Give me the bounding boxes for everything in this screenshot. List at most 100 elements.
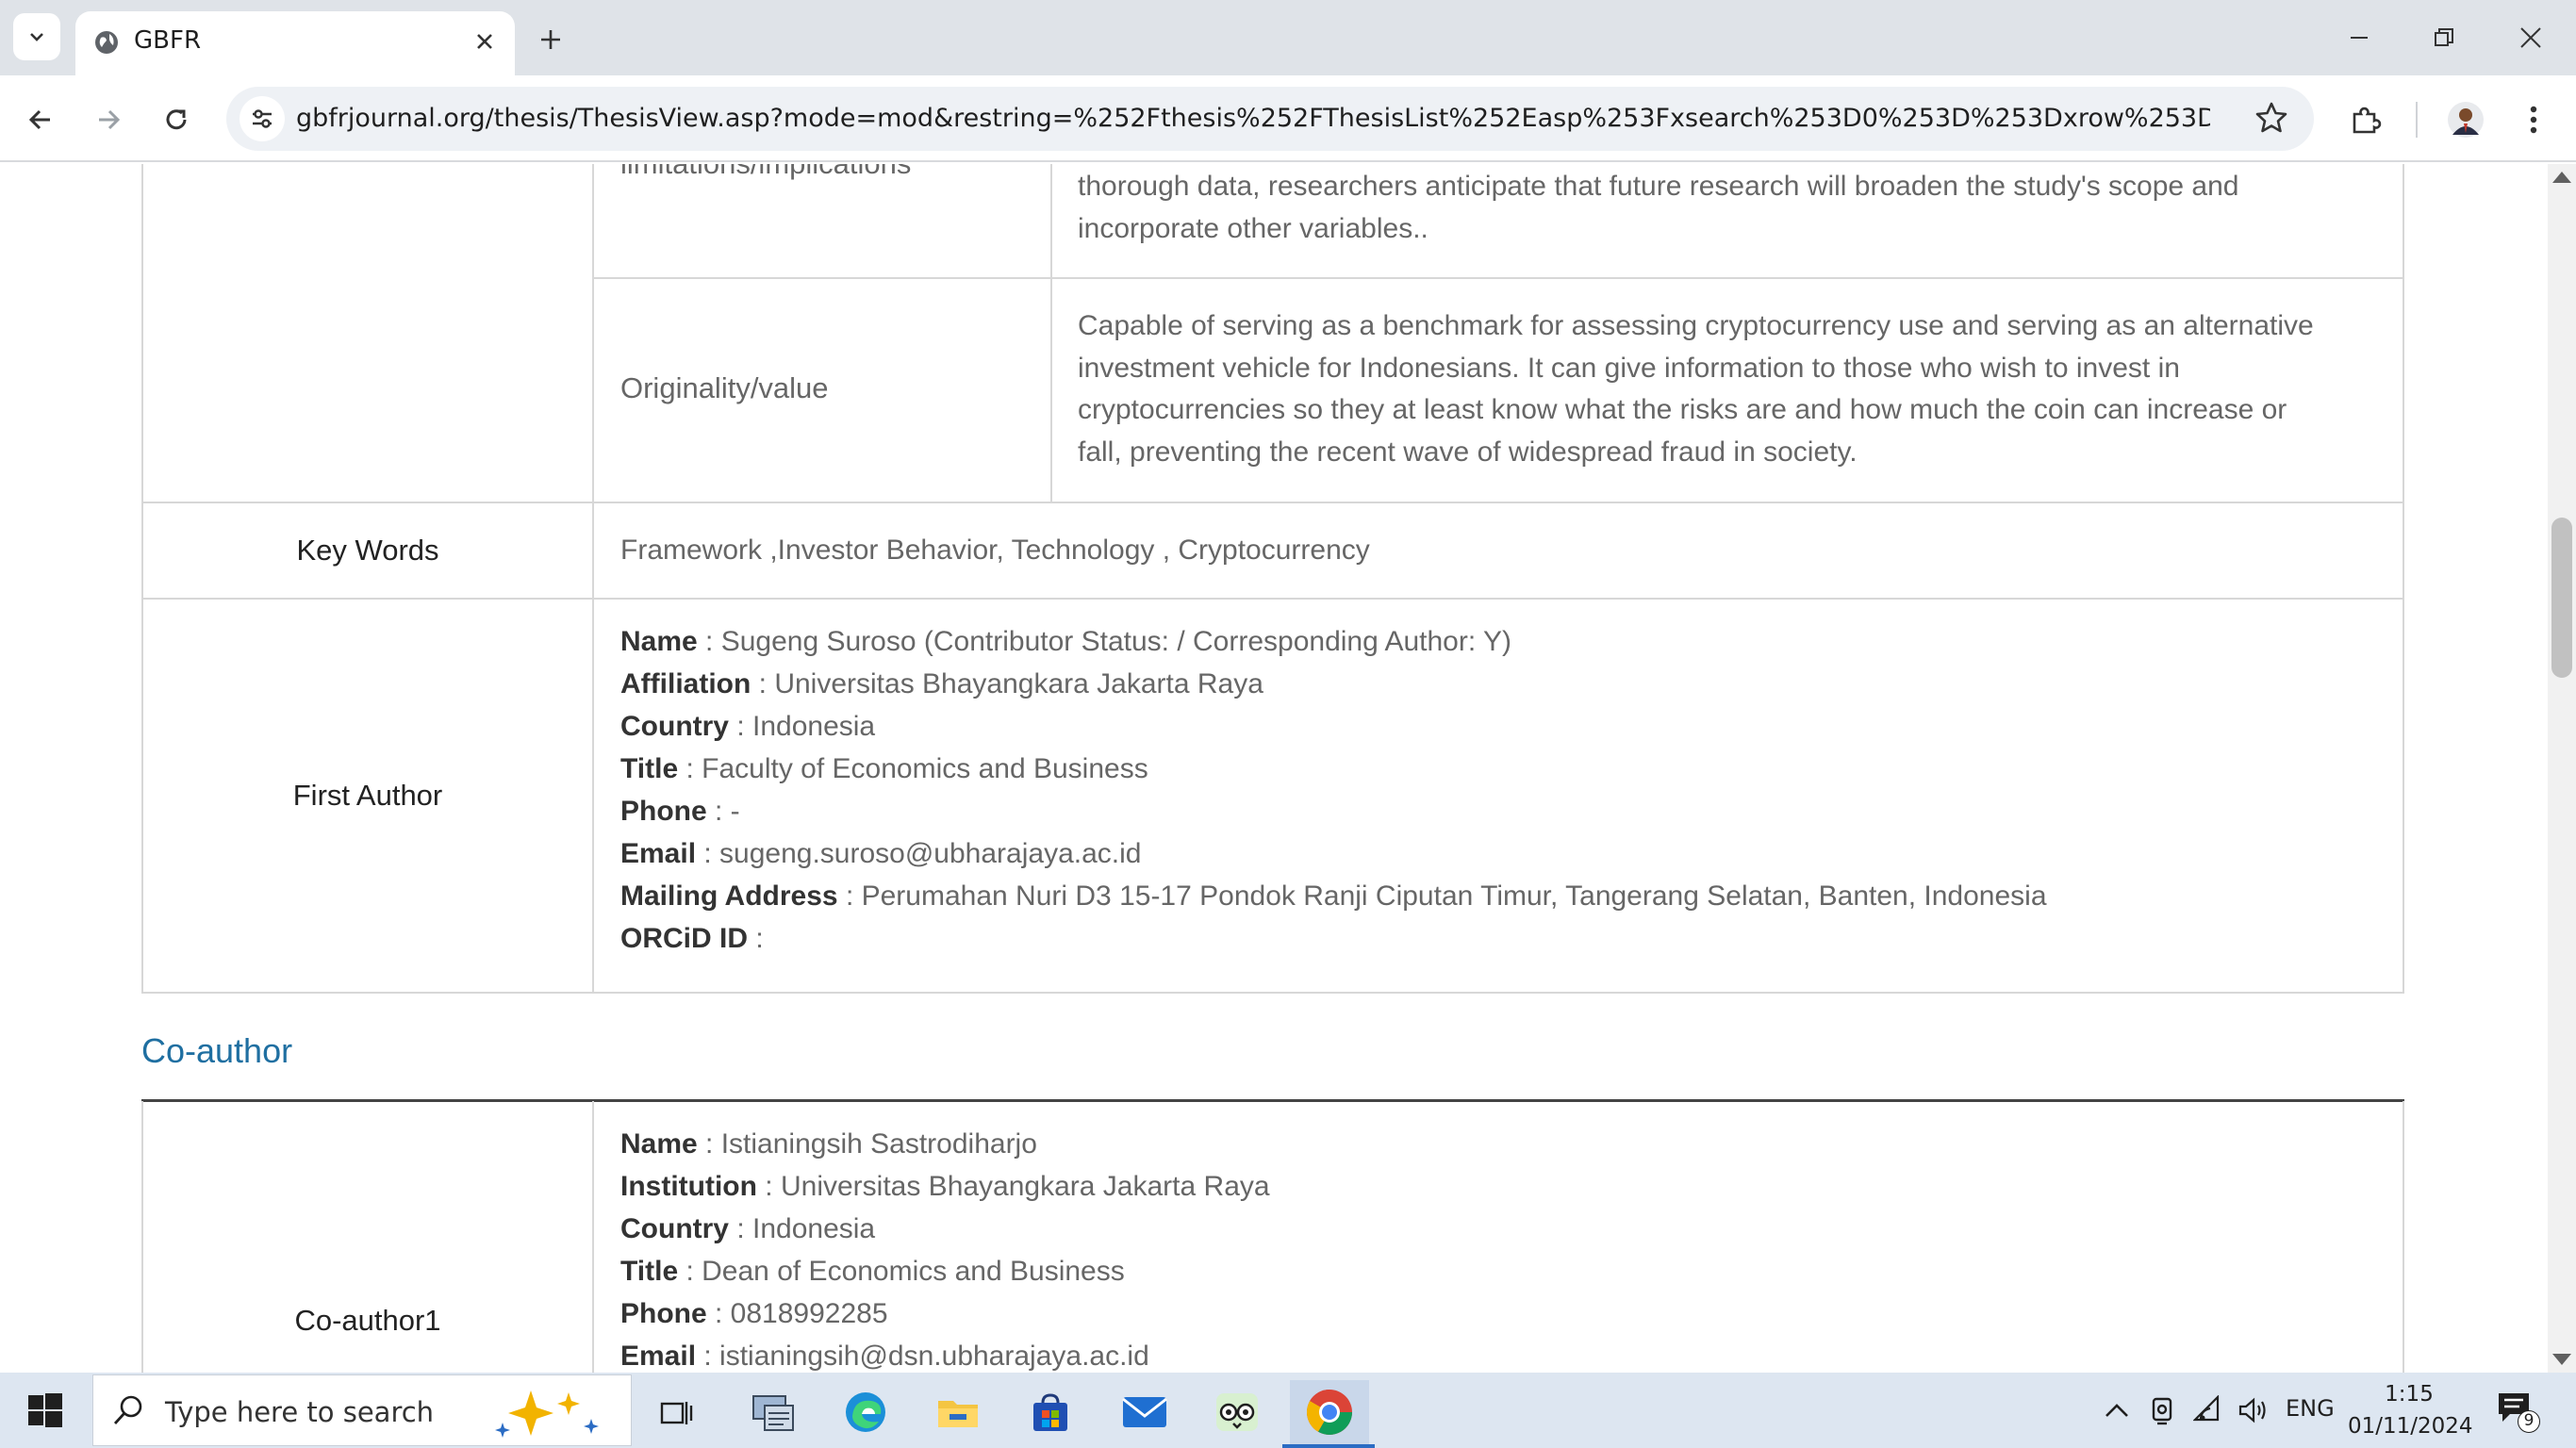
minimize-icon	[2351, 37, 2368, 39]
author-field-name: Name : Sugeng Suroso (Contributor Status…	[620, 626, 1511, 657]
language-indicator[interactable]: ENG	[2286, 1395, 2335, 1422]
originality-text: Capable of serving as a benchmark for as…	[1078, 305, 2398, 473]
mail-icon	[1122, 1397, 1167, 1427]
taskbar-app-monitor[interactable]	[734, 1380, 813, 1444]
meet-now-icon[interactable]	[2148, 1393, 2176, 1427]
search-placeholder: Type here to search	[165, 1396, 435, 1428]
reload-icon	[166, 109, 187, 130]
chevron-up-icon[interactable]	[2103, 1397, 2131, 1423]
keywords-value: Framework ,Investor Behavior, Technology…	[620, 535, 1370, 566]
new-tab-button[interactable]	[530, 19, 571, 60]
scroll-up-arrow-icon[interactable]	[2552, 172, 2571, 183]
browser-tab-strip: GBFR	[0, 0, 2576, 75]
taskbar-app-edge[interactable]	[826, 1380, 905, 1444]
coauthor1-label: Co-author1	[294, 1304, 441, 1337]
extensions-button[interactable]	[2342, 96, 2389, 143]
scroll-down-arrow-icon[interactable]	[2552, 1354, 2571, 1365]
forward-button[interactable]	[85, 96, 132, 143]
start-button[interactable]	[28, 1393, 62, 1431]
vertical-scrollbar[interactable]	[2548, 164, 2576, 1373]
edge-browser-icon	[846, 1392, 885, 1432]
taskbar-app-store[interactable]	[1011, 1380, 1090, 1444]
coauthor-field-country: Country : Indonesia	[620, 1213, 876, 1244]
notification-center-button[interactable]: 9	[2497, 1391, 2540, 1433]
close-window-button[interactable]	[2502, 15, 2559, 60]
section-divider	[141, 1099, 2404, 1102]
table-border	[592, 164, 594, 994]
arrow-right-icon	[99, 109, 121, 130]
table-border	[2403, 1101, 2404, 1373]
sparkle-icon	[495, 1390, 599, 1438]
first-author-details: Name : Sugeng Suroso (Contributor Status…	[620, 626, 2047, 965]
menu-button[interactable]	[2510, 96, 2557, 143]
restore-button[interactable]	[2416, 15, 2472, 60]
chevron-down-icon	[30, 33, 43, 41]
first-author-label: First Author	[292, 779, 443, 812]
more-vert-icon	[2530, 106, 2537, 134]
table-border	[592, 1101, 594, 1373]
globe-icon	[95, 31, 118, 54]
speaker-icon[interactable]	[2237, 1395, 2269, 1425]
url-text[interactable]: gbfrjournal.org/thesis/ThesisView.asp?mo…	[296, 104, 2210, 133]
task-view-button[interactable]	[637, 1380, 717, 1444]
coauthor-section-title: Co-author	[141, 1031, 293, 1070]
page-content: limitations/implications thorough data, …	[0, 164, 2548, 1373]
taskbar-app-mail[interactable]	[1105, 1380, 1184, 1444]
author-field-country: Country : Indonesia	[620, 711, 876, 742]
taskbar-search[interactable]: Type here to search	[92, 1374, 632, 1446]
profile-button[interactable]	[2442, 96, 2489, 143]
originality-line: Capable of serving as a benchmark for as…	[1078, 310, 2314, 341]
chrome-icon	[1306, 1390, 1352, 1436]
store-bag-icon	[1033, 1393, 1067, 1431]
author-field-affiliation: Affiliation : Universitas Bhayangkara Ja…	[620, 668, 1263, 699]
limitations-text: thorough data, researchers anticipate th…	[1078, 171, 2239, 244]
taskbar-app-chrome[interactable]	[1290, 1380, 1369, 1444]
close-icon	[2520, 27, 2541, 48]
back-button[interactable]	[17, 96, 64, 143]
taskbar-app-tripadvisor[interactable]	[1197, 1380, 1277, 1444]
browser-toolbar: gbfrjournal.org/thesis/ThesisView.asp?mo…	[0, 75, 2576, 162]
task-view-icon	[660, 1402, 693, 1424]
star-icon[interactable]	[2254, 100, 2289, 136]
coauthor1-details: Name : Istianingsih Sastrodiharjo Instit…	[620, 1128, 1270, 1373]
author-field-title: Title : Faculty of Economics and Busines…	[620, 753, 1148, 784]
originality-line: cryptocurrencies so they at least know w…	[1078, 394, 2287, 425]
table-border	[1050, 164, 1052, 503]
clock-time: 1:15	[2385, 1382, 2434, 1407]
scrollbar-thumb[interactable]	[2551, 518, 2572, 678]
close-icon[interactable]	[471, 28, 498, 55]
windows-logo-icon	[28, 1393, 62, 1427]
author-field-phone: Phone : -	[620, 796, 740, 827]
coauthor-field-name: Name : Istianingsih Sastrodiharjo	[620, 1128, 1037, 1160]
originality-label: Originality/value	[620, 371, 829, 404]
tab-search-button[interactable]	[13, 13, 60, 60]
tune-icon	[253, 109, 272, 128]
table-border	[2403, 164, 2404, 994]
system-clock[interactable]: 1:15 01/11/2024	[2348, 1378, 2473, 1442]
clock-date: 01/11/2024	[2348, 1414, 2473, 1439]
tab-title: GBFR	[134, 26, 202, 55]
author-field-orcid: ORCiD ID :	[620, 923, 764, 954]
coauthor-field-institution: Institution : Universitas Bhayangkara Ja…	[620, 1171, 1270, 1202]
author-field-email: Email : sugeng.suroso@ubharajaya.ac.id	[620, 838, 1142, 869]
wifi-icon[interactable]	[2193, 1395, 2223, 1425]
taskbar-app-file-explorer[interactable]	[918, 1380, 998, 1444]
originality-line: fall, preventing the recent wave of wide…	[1078, 436, 1858, 468]
site-info-button[interactable]	[239, 96, 285, 141]
address-bar[interactable]: gbfrjournal.org/thesis/ThesisView.asp?mo…	[226, 87, 2314, 151]
arrow-left-icon	[28, 109, 50, 130]
plus-icon	[541, 30, 560, 49]
restore-icon	[2435, 28, 2453, 46]
keywords-label: Key Words	[296, 534, 439, 567]
browser-tab[interactable]: GBFR	[75, 11, 515, 75]
table-border	[592, 277, 2404, 279]
originality-line: investment vehicle for Indonesians. It c…	[1078, 352, 2180, 384]
coauthor-field-phone: Phone : 0818992285	[620, 1298, 888, 1329]
reload-button[interactable]	[153, 96, 200, 143]
notification-badge: 9	[2518, 1410, 2540, 1433]
table-border	[141, 992, 2404, 994]
owl-icon	[1216, 1393, 1258, 1431]
search-icon	[113, 1395, 142, 1424]
minimize-button[interactable]	[2331, 15, 2387, 60]
coauthor-field-email: Email : istianingsih@dsn.ubharajaya.ac.i…	[620, 1341, 1149, 1372]
